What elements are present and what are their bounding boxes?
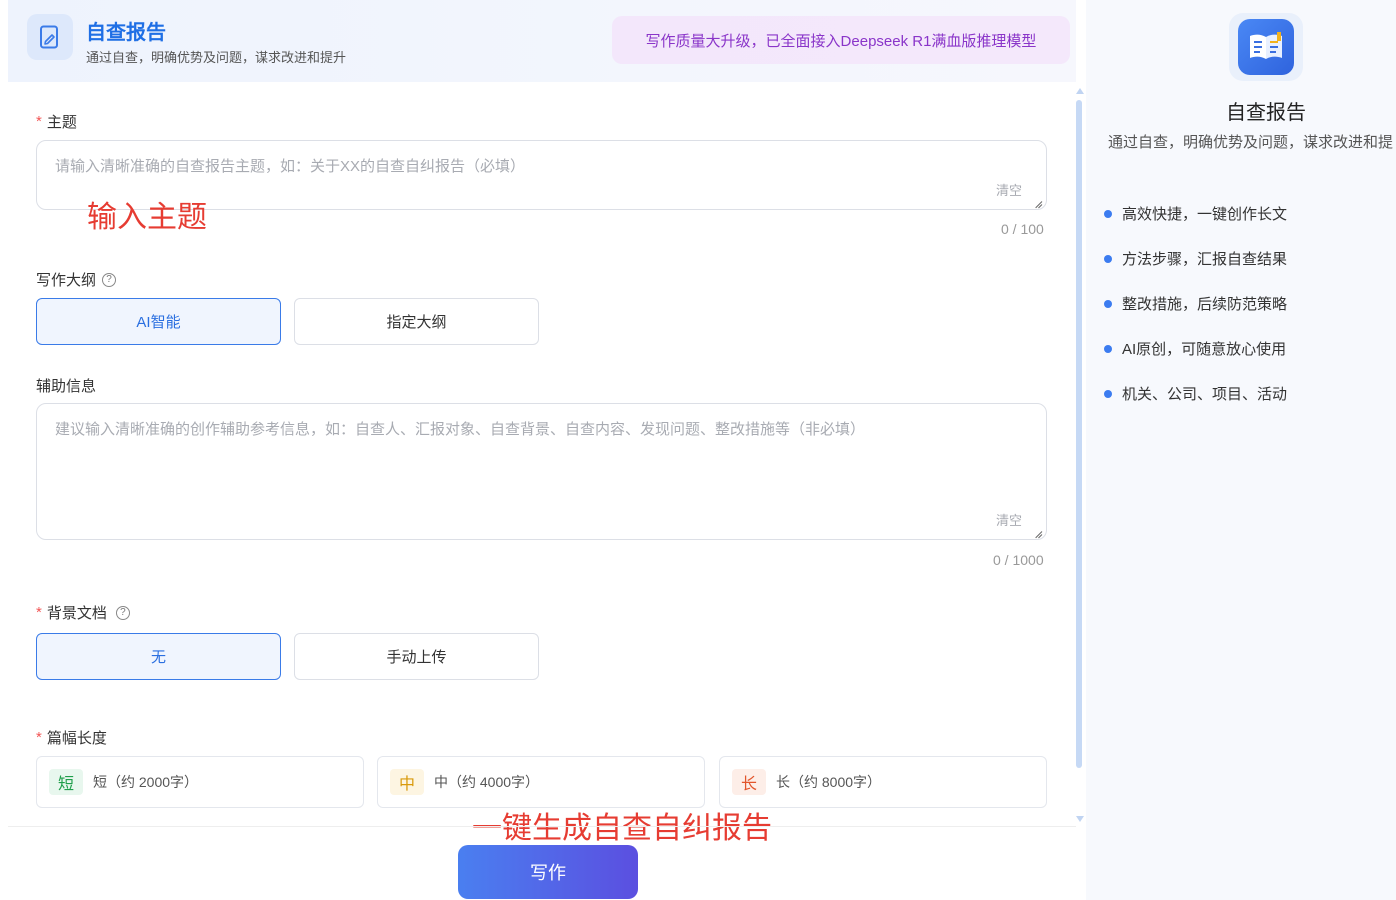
length-option-medium[interactable]: 中 中（约 4000字）	[377, 756, 705, 808]
feature-text: 高效快捷，一键创作长文	[1122, 206, 1288, 223]
length-badge-long: 长	[732, 769, 766, 795]
bullet-dot-icon	[1104, 254, 1112, 263]
scroll-up-arrow-icon[interactable]	[1076, 88, 1084, 94]
side-panel-title: 自查报告	[1226, 102, 1306, 124]
bullet-dot-icon	[1104, 209, 1112, 218]
page-subtitle: 通过自查，明确优势及问题，谋求改进和提升	[86, 50, 347, 65]
feature-text: AI原创，可随意放心使用	[1122, 341, 1287, 358]
edit-document-icon	[27, 14, 73, 60]
background-doc-label: * 背景文档 ?	[36, 602, 130, 623]
bullet-dot-icon	[1104, 344, 1112, 353]
required-mark: *	[36, 729, 42, 746]
aux-info-input[interactable]: 建议输入清晰准确的创作辅助参考信息，如：自查人、汇报对象、自查背景、自查内容、发…	[36, 403, 1047, 540]
feature-item: 机关、公司、项目、活动	[1104, 383, 1287, 404]
app-icon-frame	[1229, 13, 1303, 81]
aux-info-label-text: 辅助信息	[36, 378, 97, 395]
outline-label-text: 写作大纲	[36, 272, 97, 289]
topic-placeholder: 请输入清晰准确的自查报告主题，如：关于XX的自查自纠报告（必填）	[55, 158, 526, 175]
required-mark: *	[36, 604, 42, 621]
outline-option-ai[interactable]: AI智能	[36, 298, 281, 345]
feature-item: 方法步骤，汇报自查结果	[1104, 248, 1287, 269]
length-label: * 篇幅长度	[36, 727, 107, 748]
feature-text: 整改措施，后续防范策略	[1122, 296, 1288, 313]
generate-hint-annotation: 一键生成自查自纠报告	[472, 811, 772, 846]
aux-info-label: 辅助信息	[36, 375, 96, 396]
length-option-label: 长（约 8000字）	[776, 774, 882, 790]
scrollbar[interactable]	[1074, 86, 1086, 822]
outline-label: 写作大纲 ?	[36, 269, 117, 290]
feature-text: 方法步骤，汇报自查结果	[1122, 251, 1288, 268]
side-panel: 自查报告 通过自查，明确优势及问题，谋求改进和提 高效快捷，一键创作长文 方法步…	[1086, 0, 1396, 900]
length-option-label: 短（约 2000字）	[93, 774, 199, 790]
scroll-down-arrow-icon[interactable]	[1076, 816, 1084, 822]
required-mark: *	[36, 113, 42, 130]
length-badge-short: 短	[49, 769, 83, 795]
topic-clear-button[interactable]: 清空	[996, 180, 1022, 199]
side-panel-subtitle: 通过自查，明确优势及问题，谋求改进和提	[1108, 134, 1394, 151]
topic-label-text: 主题	[46, 114, 77, 131]
length-option-long[interactable]: 长 长（约 8000字）	[719, 756, 1047, 808]
page-header: 自查报告 通过自查，明确优势及问题，谋求改进和提升 写作质量大升级，已全面接入D…	[8, 0, 1076, 82]
length-label-text: 篇幅长度	[46, 730, 107, 747]
background-doc-option-upload[interactable]: 手动上传	[294, 633, 539, 680]
question-circle-icon[interactable]: ?	[102, 272, 117, 287]
promo-banner[interactable]: 写作质量大升级，已全面接入Deepseek R1满血版推理模型	[612, 16, 1070, 64]
outline-option-custom[interactable]: 指定大纲	[294, 298, 539, 345]
background-doc-option-none[interactable]: 无	[36, 633, 281, 680]
aux-info-placeholder: 建议输入清晰准确的创作辅助参考信息，如：自查人、汇报对象、自查背景、自查内容、发…	[55, 421, 866, 438]
bullet-dot-icon	[1104, 299, 1112, 308]
aux-info-char-counter: 0 / 1000	[993, 552, 1044, 568]
write-button[interactable]: 写作	[458, 845, 638, 899]
length-option-label: 中（约 4000字）	[434, 774, 540, 790]
background-doc-label-text: 背景文档	[46, 605, 107, 622]
topic-char-counter: 0 / 100	[1001, 221, 1044, 237]
scrollbar-thumb[interactable]	[1076, 100, 1082, 768]
resize-handle-icon[interactable]	[1034, 527, 1043, 536]
resize-handle-icon[interactable]	[1034, 197, 1043, 206]
feature-item: 高效快捷，一键创作长文	[1104, 203, 1287, 224]
feature-text: 机关、公司、项目、活动	[1122, 386, 1288, 403]
feature-item: 整改措施，后续防范策略	[1104, 293, 1287, 314]
topic-hint-annotation: 输入主题	[87, 200, 207, 235]
page-title: 自查报告	[86, 22, 166, 44]
length-badge-medium: 中	[390, 769, 424, 795]
bullet-dot-icon	[1104, 389, 1112, 398]
question-circle-icon[interactable]: ?	[115, 605, 130, 620]
book-app-icon	[1238, 19, 1294, 75]
topic-label: * 主题	[36, 111, 77, 132]
feature-item: AI原创，可随意放心使用	[1104, 338, 1286, 359]
length-option-short[interactable]: 短 短（约 2000字）	[36, 756, 364, 808]
footer-divider	[8, 826, 1076, 827]
aux-info-clear-button[interactable]: 清空	[996, 510, 1022, 529]
